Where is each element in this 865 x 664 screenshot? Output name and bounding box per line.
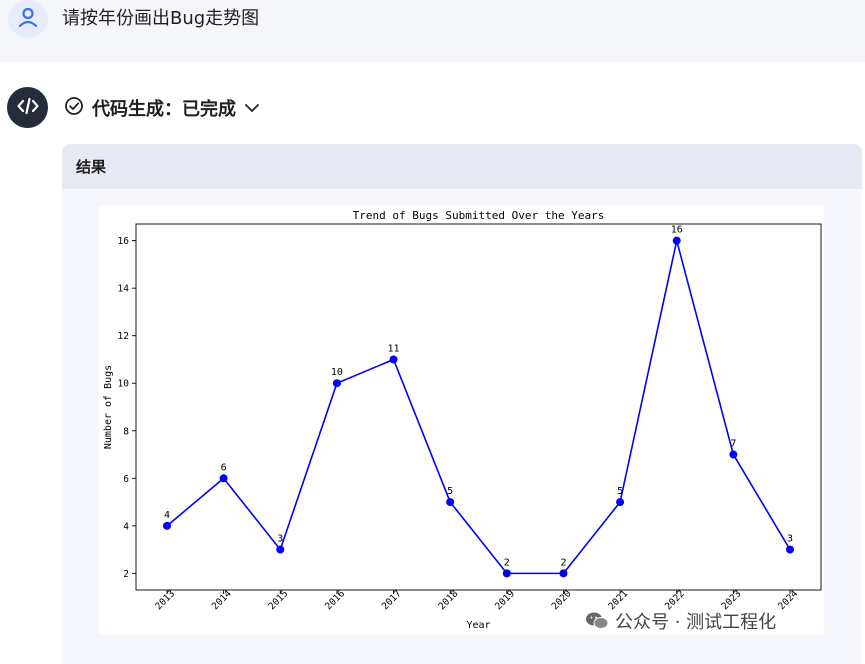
data-point <box>559 569 568 578</box>
data-point <box>276 545 285 554</box>
user-icon <box>17 6 39 32</box>
series-line <box>166 240 791 575</box>
data-point <box>332 379 341 388</box>
data-label: 2 <box>504 557 510 568</box>
data-point <box>502 569 511 578</box>
data-point <box>163 521 171 530</box>
data-point <box>729 450 738 459</box>
data-label: 11 <box>388 343 400 354</box>
x-tick-label: 2019 <box>493 588 517 612</box>
check-circle-icon <box>64 96 84 120</box>
data-label: 7 <box>730 439 736 450</box>
bot-avatar <box>7 87 48 128</box>
y-tick-label: 6 <box>123 474 129 485</box>
chart-title: Trend of Bugs Submitted Over the Years <box>353 209 605 222</box>
data-label: 16 <box>671 225 683 236</box>
chevron-down-icon[interactable] <box>244 99 260 118</box>
y-tick-label: 4 <box>123 521 129 532</box>
y-tick-label: 8 <box>123 426 129 437</box>
x-tick-label: 2014 <box>210 588 234 612</box>
data-label: 3 <box>787 534 793 545</box>
result-title: 结果 <box>62 144 862 189</box>
y-tick-label: 14 <box>118 284 130 295</box>
x-tick-label: 2015 <box>267 588 291 612</box>
x-axis-label: Year <box>466 620 490 631</box>
data-label: 4 <box>164 510 170 521</box>
footer-watermark: 公众号 · 测试工程化 <box>585 608 776 634</box>
user-avatar <box>8 0 48 38</box>
data-label: 5 <box>447 486 453 497</box>
y-tick-label: 2 <box>123 569 129 580</box>
prompt-text: 请按年份画出Bug走势图 <box>62 8 260 29</box>
data-label: 6 <box>221 462 227 473</box>
y-tick-label: 16 <box>118 236 130 247</box>
chart-panel: Trend of Bugs Submitted Over the Years 2 4… <box>99 205 824 635</box>
x-tick-label: 2013 <box>153 588 177 612</box>
data-point <box>389 355 398 364</box>
x-tick-label: 2024 <box>776 588 800 612</box>
data-point <box>672 236 681 245</box>
wechat-icon <box>585 611 609 631</box>
data-point <box>446 498 455 507</box>
bug-trend-chart: Trend of Bugs Submitted Over the Years 2 4… <box>103 209 822 631</box>
data-label: 3 <box>277 534 283 545</box>
result-card: 结果 Trend of Bugs Submitted Over the Year… <box>62 144 862 664</box>
data-label: 2 <box>560 557 566 568</box>
y-axis-label: Number of Bugs <box>103 365 114 449</box>
x-tick-label: 2020 <box>550 588 574 612</box>
code-icon <box>16 97 39 119</box>
x-tick-label: 2016 <box>323 588 347 612</box>
watermark-text: 公众号 · 测试工程化 <box>615 612 777 633</box>
code-status-text: 代码生成：已完成 <box>92 99 236 120</box>
x-tick-label: 2017 <box>380 588 404 612</box>
data-label: 5 <box>617 486 623 497</box>
data-point <box>219 474 228 483</box>
data-label: 10 <box>331 367 343 378</box>
prompt-bar: 请按年份画出Bug走势图 <box>0 0 865 62</box>
x-tick-label: 2018 <box>436 588 460 612</box>
y-tick-label: 10 <box>118 379 130 390</box>
y-tick-label: 12 <box>118 331 129 342</box>
code-status-toggle[interactable]: 代码生成：已完成 <box>64 95 260 121</box>
data-point <box>616 498 625 507</box>
plot-frame <box>135 223 822 591</box>
data-point <box>786 545 794 554</box>
